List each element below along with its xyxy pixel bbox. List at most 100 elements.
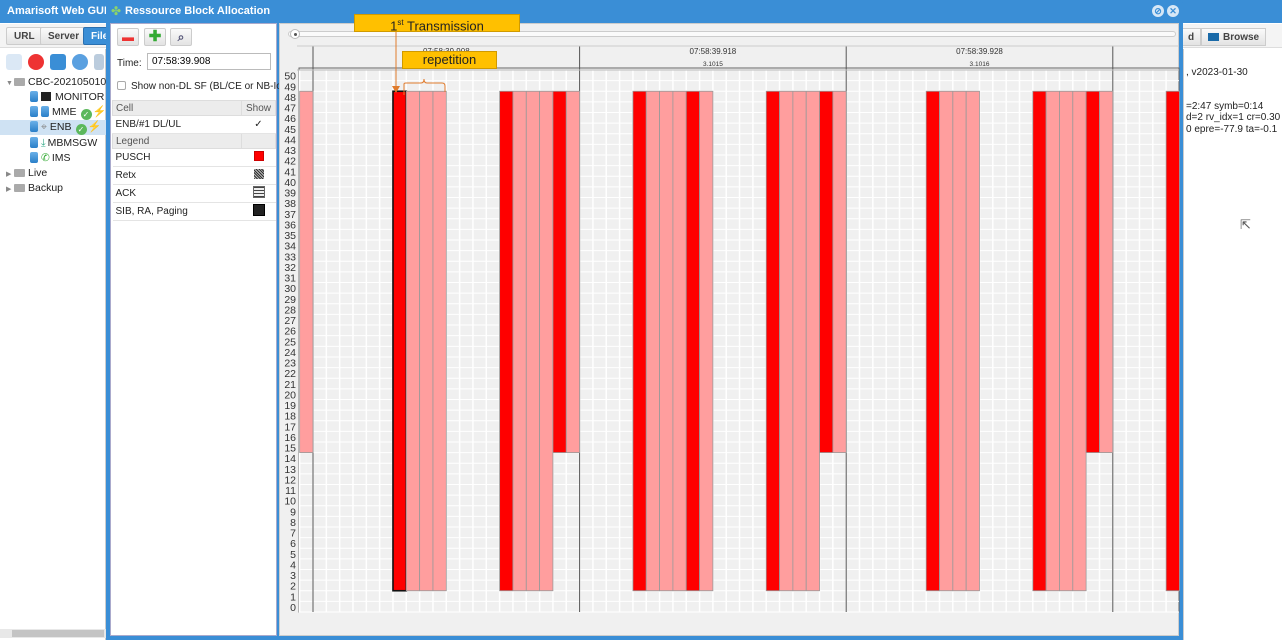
y-tick-label: 29 xyxy=(284,294,296,306)
pusch-repetition-block xyxy=(512,90,527,592)
stop-icon[interactable] xyxy=(28,54,44,70)
cell-header: Cell xyxy=(112,100,242,116)
folder-icon xyxy=(14,78,25,86)
tree-item-live[interactable]: ▶ Live xyxy=(6,166,47,181)
y-tick-label: 49 xyxy=(284,81,296,93)
y-tick-label: 38 xyxy=(284,198,296,210)
legend-label: Retx xyxy=(112,166,242,185)
y-tick-label: 12 xyxy=(284,474,296,486)
pusch-repetition-block xyxy=(805,90,820,592)
y-tick-label: 35 xyxy=(284,230,296,242)
checkbox[interactable] xyxy=(117,81,126,90)
y-tick-label: 28 xyxy=(284,304,296,316)
pause-icon[interactable] xyxy=(72,54,88,70)
pusch-swatch xyxy=(253,151,264,161)
browse-button[interactable]: Browse xyxy=(1201,28,1267,46)
expand-icon[interactable]: ▶ xyxy=(6,167,14,182)
y-tick-label: 25 xyxy=(284,336,296,348)
database-icon xyxy=(30,106,38,117)
sib-swatch xyxy=(252,204,265,216)
close-icon[interactable]: ✕ xyxy=(1167,5,1179,17)
monitor-icon xyxy=(41,92,51,101)
side-panel: ▬ ✚ ⌕ Time: Show non-DL SF (BL/CE or NB-… xyxy=(110,23,291,636)
rb-allocation-dialog: ✤ Ressource Block Allocation ⊘ ✕ ▬ ✚ ⌕ T… xyxy=(106,0,1183,640)
y-tick-label: 47 xyxy=(284,103,296,115)
pusch-repetition-block xyxy=(565,90,580,453)
y-tick-label: 18 xyxy=(284,411,296,423)
load-button[interactable]: d xyxy=(1182,28,1202,46)
scrollbar-thumb[interactable] xyxy=(12,630,104,637)
y-tick-label: 42 xyxy=(284,156,296,168)
y-tick-label: 13 xyxy=(284,464,296,476)
tree-item-ims[interactable]: ✆ IMS xyxy=(30,151,70,166)
folder-icon xyxy=(14,169,25,177)
pusch-first-tx-block xyxy=(1165,90,1180,592)
legend-header: Legend xyxy=(112,133,242,149)
frame-sfn-label: 3.1016 xyxy=(970,61,990,68)
dialog-title: Ressource Block Allocation xyxy=(125,5,271,17)
y-tick-label: 5 xyxy=(290,549,296,561)
zoom-out-button[interactable]: ▬ xyxy=(117,28,139,46)
check-icon: ✓ xyxy=(80,109,92,120)
show-non-dl-checkbox[interactable]: Show non-DL SF (BL/CE or NB-IoT) xyxy=(117,81,291,92)
minimize-icon[interactable]: ⊘ xyxy=(1152,5,1164,17)
pusch-first-tx-block xyxy=(765,90,780,592)
connect-icon[interactable] xyxy=(94,54,104,70)
y-tick-label: 4 xyxy=(290,559,296,571)
y-tick-label: 21 xyxy=(284,379,296,391)
legend-row: ACK xyxy=(112,184,276,203)
y-tick-label: 10 xyxy=(284,496,296,508)
database-icon xyxy=(30,137,38,148)
log-text: , v2023-01-30 xyxy=(1186,67,1248,78)
y-tick-label: 39 xyxy=(284,188,296,200)
y-tick-label: 16 xyxy=(284,432,296,444)
y-tick-label: 45 xyxy=(284,124,296,136)
url-button[interactable]: URL xyxy=(6,27,43,45)
time-input[interactable] xyxy=(147,53,271,70)
horizontal-scrollbar[interactable] xyxy=(0,629,106,638)
zoom-in-button[interactable]: ✚ xyxy=(144,28,166,46)
tree-item-backup[interactable]: ▶ Backup xyxy=(6,181,63,196)
tree-root[interactable]: ▼ CBC-2021050100 xyxy=(6,75,112,90)
y-tick-label: 15 xyxy=(284,443,296,455)
server-button[interactable]: Server xyxy=(40,27,88,45)
puzzle-icon: ✤ xyxy=(111,4,122,18)
pusch-repetition-block xyxy=(779,90,794,592)
pusch-repetition-block xyxy=(832,90,847,453)
y-tick-label: 37 xyxy=(284,209,296,221)
search-icon[interactable] xyxy=(6,54,22,70)
expand-icon[interactable]: ▶ xyxy=(6,182,14,197)
tree-item-mme[interactable]: MME ✓ ⚡ xyxy=(30,105,106,120)
pusch-repetition-block xyxy=(419,90,434,592)
y-tick-label: 43 xyxy=(284,145,296,157)
pusch-repetition-block xyxy=(1059,90,1074,592)
y-tick-label: 48 xyxy=(284,92,296,104)
show-header: Show xyxy=(241,100,276,116)
y-tick-label: 44 xyxy=(284,134,296,146)
y-tick-label: 31 xyxy=(284,273,296,285)
y-tick-label: 7 xyxy=(290,528,296,540)
search-button[interactable]: ⌕ xyxy=(170,28,192,46)
show-cell-checkbox[interactable]: ✓ xyxy=(241,115,276,134)
pusch-first-tx-block xyxy=(1085,90,1100,453)
chart-area: 0 1 2 3 4 5 6 7 8 9 10 11 12 13 14 15 16 17 18 19 20 21 22 23 24… xyxy=(279,23,1180,636)
frame-time-label: 07:58:39.928 xyxy=(956,47,1003,56)
y-tick-label: 2 xyxy=(290,581,296,593)
y-tick-label: 33 xyxy=(284,251,296,263)
frame-sfn-label: 3.1015 xyxy=(703,61,723,68)
tree-item-mbmsgw[interactable]: ⤓ MBMSGW xyxy=(30,136,97,151)
y-tick-label: 14 xyxy=(284,453,296,465)
check-icon: ✓ xyxy=(75,124,87,135)
y-tick-label: 9 xyxy=(290,506,296,518)
refresh-icon[interactable] xyxy=(50,54,66,70)
pusch-first-tx-block xyxy=(392,90,408,592)
tree-item-monitor[interactable]: MONITOR xyxy=(30,90,104,105)
y-tick-label: 27 xyxy=(284,315,296,327)
y-tick-label: 26 xyxy=(284,326,296,338)
y-tick-label: 36 xyxy=(284,219,296,231)
y-tick-label: 24 xyxy=(284,347,296,359)
tree-item-enb[interactable]: ⌖ ENB ✓ ⚡ xyxy=(0,120,106,135)
bolt-icon: ⚡ xyxy=(87,121,102,133)
expand-icon[interactable]: ▼ xyxy=(6,76,14,91)
legend-row: PUSCH xyxy=(112,148,276,167)
